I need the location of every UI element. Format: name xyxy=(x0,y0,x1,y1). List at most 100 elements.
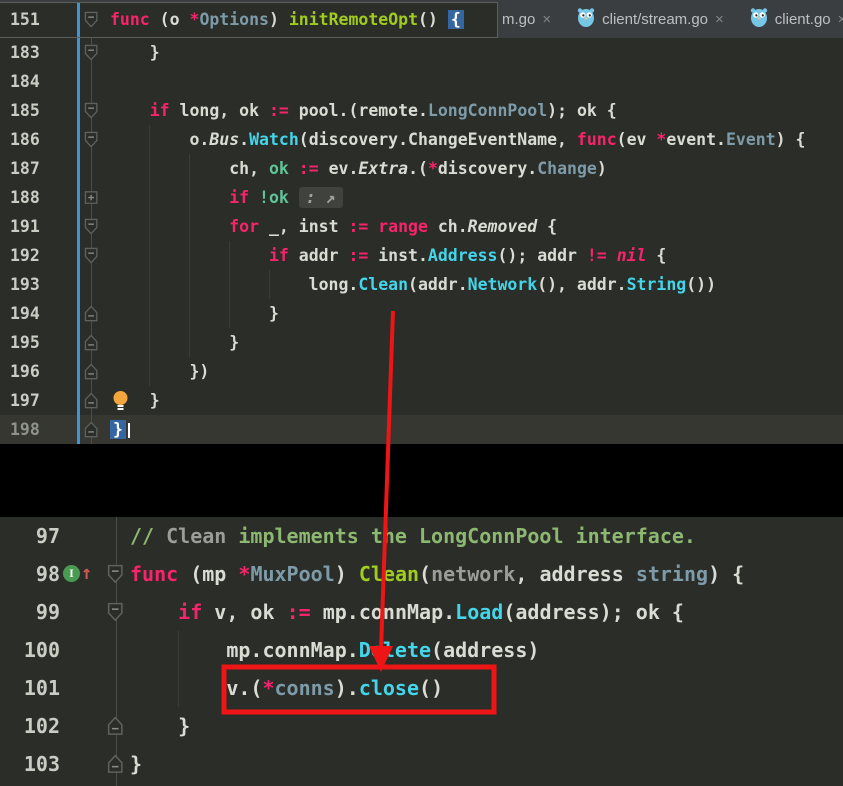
fold-marker-icon[interactable] xyxy=(84,392,98,409)
navigate-up-arrow-icon[interactable]: ↑ xyxy=(81,565,92,582)
code-line-row[interactable]: 188 if !ok : ↗ xyxy=(0,183,843,212)
code-line-row[interactable]: 101 v.(*conns).close() xyxy=(0,669,843,707)
code-token: pool.(remote. xyxy=(289,101,428,120)
code-line: func (mp *MuxPool) Clean(network, addres… xyxy=(130,555,744,593)
code-token: Options xyxy=(199,10,269,29)
code-token: := xyxy=(269,101,289,120)
code-token: Address xyxy=(428,246,498,265)
code-line-row[interactable]: 194 } xyxy=(0,299,843,328)
tab-client-stream-go[interactable]: client/stream.go × xyxy=(577,7,724,31)
fold-marker-icon[interactable] xyxy=(84,363,98,380)
code-token: () xyxy=(418,10,448,29)
code-token: implements the LongConnPool interface. xyxy=(226,524,696,548)
code-line-row[interactable]: 198} xyxy=(0,415,843,444)
code-line-row[interactable]: 103} xyxy=(0,745,843,783)
code-token: initRemoteOpt xyxy=(289,10,418,29)
code-token: ) { xyxy=(708,562,744,586)
close-icon[interactable]: × xyxy=(542,11,551,28)
code-token: discovery. xyxy=(438,159,537,178)
fold-marker-icon[interactable] xyxy=(84,334,98,351)
fold-marker-icon[interactable] xyxy=(107,716,124,736)
fold-marker-icon[interactable] xyxy=(84,305,98,322)
indent-guide xyxy=(229,241,230,328)
code-line-row[interactable]: 98I↑func (mp *MuxPool) Clean(network, ad… xyxy=(0,555,843,593)
code-line-row[interactable]: 186 o.Bus.Watch(discovery.ChangeEventNam… xyxy=(0,125,843,154)
code-line: o.Bus.Watch(discovery.ChangeEventName, f… xyxy=(110,125,805,154)
code-token: (address); ok { xyxy=(503,600,684,624)
code-token xyxy=(110,217,229,236)
code-token: ()) xyxy=(686,275,716,294)
code-token: ) xyxy=(269,10,289,29)
code-line-row[interactable]: 100 mp.connMap.Delete(address) xyxy=(0,631,843,669)
code-token: if xyxy=(178,600,202,624)
code-line: func (o *Options) initRemoteOpt() { xyxy=(110,3,464,37)
code-token: ch. xyxy=(428,217,468,236)
code-token: nil xyxy=(617,246,647,265)
line-number: 192 xyxy=(10,241,40,270)
code-line-row[interactable]: 191 for _, inst := range ch.Removed { xyxy=(0,212,843,241)
fold-marker-icon[interactable] xyxy=(107,602,124,622)
code-token: ). xyxy=(335,676,359,700)
code-line: } xyxy=(130,707,190,745)
fold-marker-icon[interactable] xyxy=(107,564,124,584)
code-token: := xyxy=(348,217,368,236)
code-token: if xyxy=(269,246,289,265)
indent-guide xyxy=(189,154,190,357)
code-token xyxy=(289,159,299,178)
fold-marker-icon[interactable] xyxy=(84,218,98,235)
tab-m-go[interactable]: m.go × xyxy=(502,11,551,28)
code-line-row[interactable]: 196 }) xyxy=(0,357,843,386)
code-line-row[interactable]: 195 } xyxy=(0,328,843,357)
editor-pane-top[interactable]: 183 }184185 if long, ok := pool.(remote.… xyxy=(0,38,843,444)
fold-marker-icon[interactable] xyxy=(84,247,98,264)
line-number: 186 xyxy=(10,125,40,154)
code-token: string xyxy=(636,562,708,586)
ide-window: m.go × client/stream.go × client.go × 18… xyxy=(0,0,843,786)
code-line-row[interactable]: 193 long.Clean(addr.Network(), addr.Stri… xyxy=(0,270,843,299)
code-line: if v, ok := mp.connMap.Load(address); ok… xyxy=(130,593,684,631)
close-icon[interactable]: × xyxy=(838,11,843,28)
code-token: Bus xyxy=(209,130,239,149)
code-line-row[interactable]: 192 if addr := inst.Address(); addr != n… xyxy=(0,241,843,270)
indent-guide xyxy=(149,125,150,386)
tab-label[interactable]: client.go xyxy=(775,11,831,28)
line-number: 187 xyxy=(10,154,40,183)
line-number: 103 xyxy=(0,745,60,783)
code-line-row[interactable]: 184 xyxy=(0,67,843,96)
code-token: } xyxy=(110,333,239,352)
code-line: if addr := inst.Address(); addr != nil { xyxy=(110,241,666,270)
fold-marker-icon[interactable] xyxy=(84,421,98,438)
code-token: inst. xyxy=(368,246,428,265)
tab-client-go[interactable]: client.go × xyxy=(750,7,843,31)
line-number: 102 xyxy=(0,707,60,745)
code-line-row[interactable]: 102 } xyxy=(0,707,843,745)
code-token: () xyxy=(419,676,443,700)
close-icon[interactable]: × xyxy=(715,11,724,28)
code-line-row[interactable]: 197 } xyxy=(0,386,843,415)
code-line-row[interactable]: 99 if v, ok := mp.connMap.Load(address);… xyxy=(0,593,843,631)
code-token: { xyxy=(647,246,667,265)
code-token: LongConnPool xyxy=(428,101,547,120)
editor-pane-bottom[interactable]: 97// Clean implements the LongConnPool i… xyxy=(0,517,843,786)
fold-marker-icon[interactable] xyxy=(107,754,124,774)
code-token: Network xyxy=(468,275,538,294)
fold-marker-icon[interactable] xyxy=(84,189,98,206)
line-number: 197 xyxy=(10,386,40,415)
fold-marker-icon[interactable] xyxy=(84,44,98,61)
line-number: 185 xyxy=(10,96,40,125)
code-line-row[interactable]: 187 ch, ok := ev.Extra.(*discovery.Chang… xyxy=(0,154,843,183)
fold-marker-icon[interactable] xyxy=(84,131,98,148)
tab-label[interactable]: m.go xyxy=(502,11,535,28)
code-line-row[interactable]: 97// Clean implements the LongConnPool i… xyxy=(0,517,843,555)
code-line-row[interactable]: 185 if long, ok := pool.(remote.LongConn… xyxy=(0,96,843,125)
code-token: . xyxy=(239,130,249,149)
code-line-row[interactable]: 183 } xyxy=(0,38,843,67)
intention-bulb-icon[interactable] xyxy=(112,390,129,411)
tab-label[interactable]: client/stream.go xyxy=(602,11,708,28)
implements-interface-icon[interactable]: I xyxy=(63,565,80,582)
fold-marker-icon[interactable] xyxy=(84,11,98,28)
fold-marker-icon[interactable] xyxy=(84,102,98,119)
sticky-function-header[interactable]: 151 func (o *Options) initRemoteOpt() { xyxy=(0,2,498,38)
code-token: { xyxy=(537,217,557,236)
line-number: 151 xyxy=(10,3,40,37)
